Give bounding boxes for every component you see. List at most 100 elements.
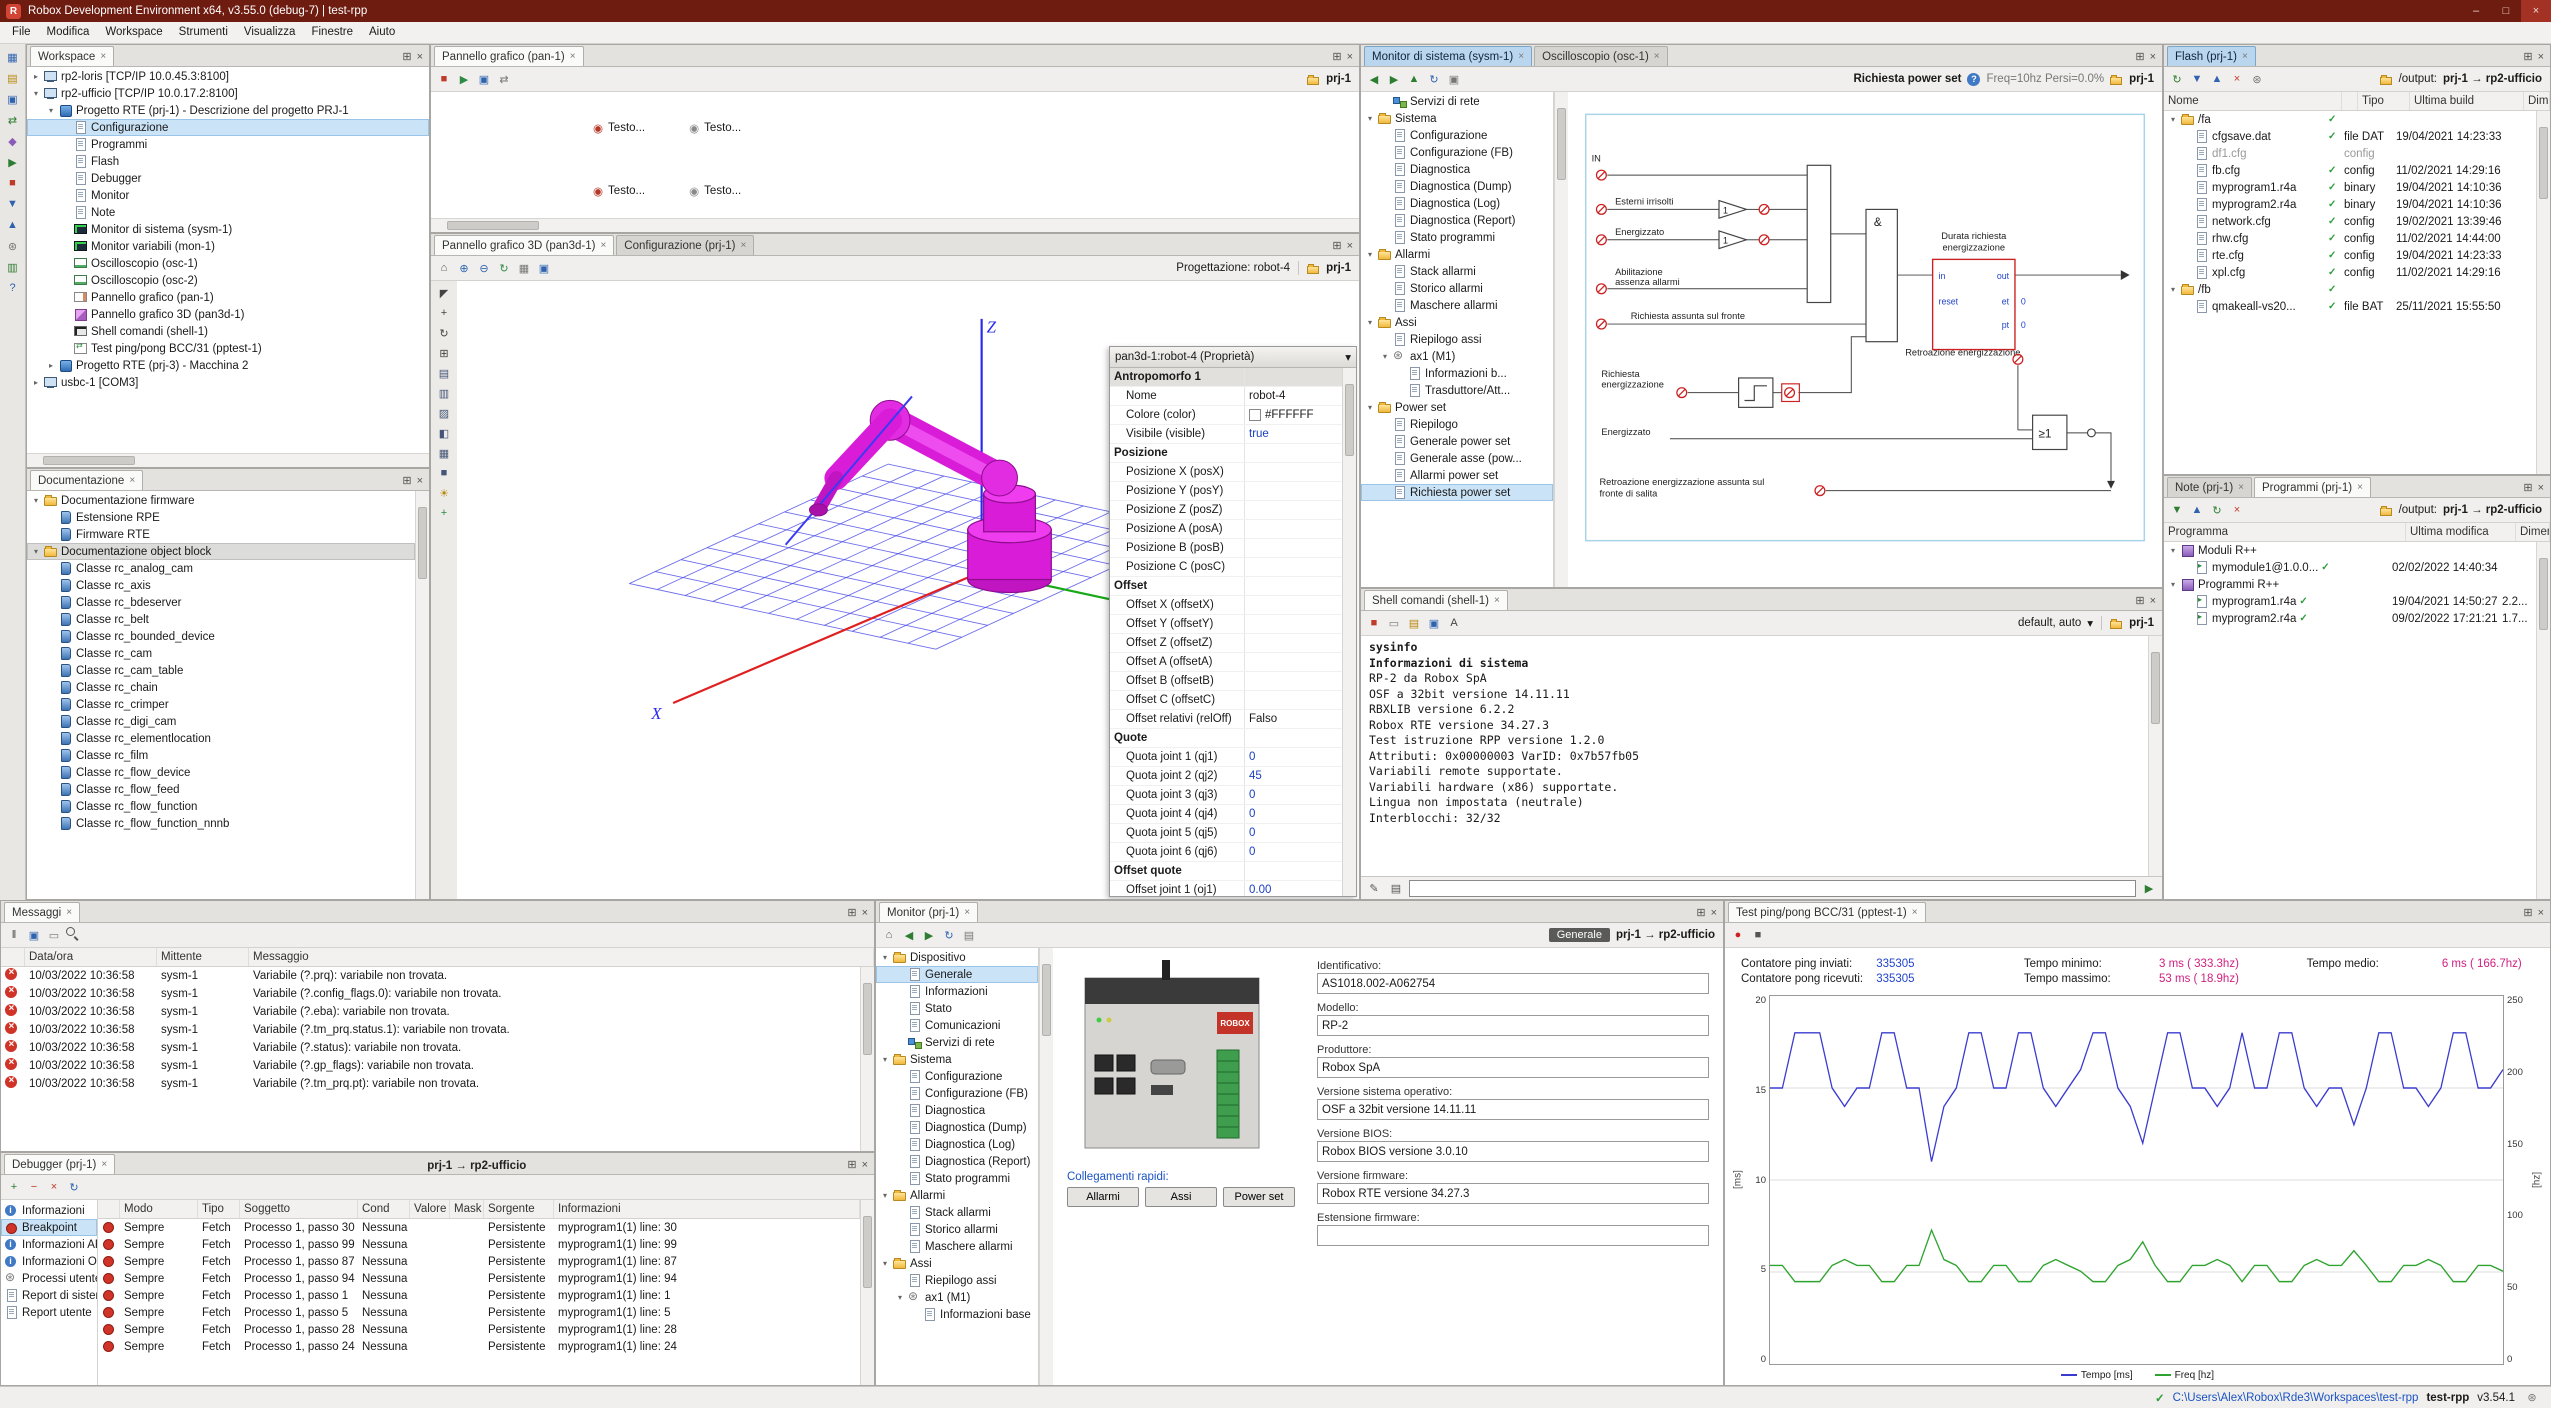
program-row[interactable]: ▾Programmi R++ bbox=[2164, 576, 2536, 593]
tree-item[interactable]: Oscilloscopio (osc-2) bbox=[27, 272, 429, 289]
tab-close-icon[interactable]: × bbox=[2357, 482, 2363, 493]
tree-item[interactable]: Riepilogo bbox=[1361, 416, 1553, 433]
property-row[interactable]: Offset X (offsetX) bbox=[1110, 596, 1342, 615]
property-row[interactable]: Nome robot-4 bbox=[1110, 387, 1342, 406]
tree-item[interactable]: Configurazione bbox=[1361, 127, 1553, 144]
tree-item[interactable]: ▾ ax1 (M1) bbox=[1361, 348, 1553, 365]
tab[interactable]: Oscilloscopio (osc-1) × bbox=[1534, 46, 1668, 66]
float-panel-icon[interactable]: ⊞ bbox=[2523, 906, 2532, 919]
flash-file-row[interactable]: df1.cfg config bbox=[2164, 145, 2536, 162]
flash-file-row[interactable]: myprogram1.r4a ✓ binary 19/04/2021 14:10… bbox=[2164, 179, 2536, 196]
tab[interactable]: Messaggi × bbox=[4, 902, 80, 922]
zoom-window-icon[interactable]: ⊞ bbox=[435, 344, 453, 362]
flash-file-row[interactable]: ▾/fb ✓ bbox=[2164, 281, 2536, 298]
upload-icon[interactable]: ▲ bbox=[4, 216, 22, 234]
property-row[interactable]: Posizione Z (posZ) bbox=[1110, 501, 1342, 520]
property-row[interactable]: Posizione C (posC) bbox=[1110, 558, 1342, 577]
breakpoint-row[interactable]: Sempre Fetch Processo 1, passo 5 Nessuna… bbox=[98, 1304, 860, 1321]
flash-file-row[interactable]: fb.cfg ✓ config 11/02/2021 14:29:16 bbox=[2164, 162, 2536, 179]
flash-file-row[interactable]: rte.cfg ✓ config 19/04/2021 14:23:33 bbox=[2164, 247, 2536, 264]
tree-item[interactable]: Allarmi power set bbox=[1361, 467, 1553, 484]
tree-item[interactable]: ▾ Sistema bbox=[1361, 110, 1553, 127]
float-panel-icon[interactable]: ⊞ bbox=[402, 50, 411, 63]
property-row[interactable]: Offset quote bbox=[1110, 862, 1342, 881]
connect-icon[interactable]: ⇄ bbox=[4, 111, 22, 129]
quick-link-button[interactable]: Power set bbox=[1223, 1187, 1295, 1207]
form-input[interactable] bbox=[1317, 1225, 1709, 1246]
tree-item[interactable]: Classe rc_analog_cam bbox=[27, 560, 415, 577]
tree-expander-icon[interactable]: ▾ bbox=[895, 1293, 905, 1302]
flash-file-row[interactable]: xpl.cfg ✓ config 11/02/2021 14:29:16 bbox=[2164, 264, 2536, 281]
column-header[interactable]: Ultima modifica bbox=[2406, 523, 2516, 541]
tab[interactable]: Configurazione (prj-1) × bbox=[616, 235, 754, 255]
tree-item[interactable]: Generale power set bbox=[1361, 433, 1553, 450]
horizontal-scrollbar[interactable] bbox=[431, 218, 1359, 232]
tree-item[interactable]: Stack allarmi bbox=[1361, 263, 1553, 280]
close-panel-icon[interactable]: × bbox=[2150, 51, 2156, 63]
close-panel-icon[interactable]: × bbox=[2538, 482, 2544, 494]
tree-item[interactable]: Configurazione bbox=[27, 119, 429, 136]
property-row[interactable]: Quota joint 2 (qj2) 45 bbox=[1110, 767, 1342, 786]
up-icon[interactable]: ▲ bbox=[1405, 70, 1423, 88]
tree-item[interactable]: Generale asse (pow... bbox=[1361, 450, 1553, 467]
tree-item[interactable]: Classe rc_cam bbox=[27, 645, 415, 662]
program-row[interactable]: mymodule1@1.0.0...✓ 02/02/2022 14:40:34 bbox=[2164, 559, 2536, 576]
search-icon[interactable] bbox=[65, 926, 83, 944]
tree-item[interactable]: ▾ Sistema bbox=[876, 1051, 1038, 1068]
delete-icon[interactable]: × bbox=[2228, 501, 2246, 519]
column-header[interactable]: Cond bbox=[358, 1200, 410, 1218]
vertical-scrollbar[interactable] bbox=[1039, 948, 1053, 1385]
form-input[interactable]: OSF a 32bit versione 14.11.11 bbox=[1317, 1099, 1709, 1120]
tab[interactable]: Documentazione × bbox=[30, 470, 143, 490]
float-panel-icon[interactable]: ⊞ bbox=[847, 1158, 856, 1171]
tree-item[interactable]: ▾ Dispositivo bbox=[876, 949, 1038, 966]
stop-icon[interactable]: ■ bbox=[4, 174, 22, 192]
tree-item[interactable]: ▾ Documentazione object block bbox=[27, 543, 415, 560]
tree-item[interactable]: Stato programmi bbox=[876, 1170, 1038, 1187]
close-panel-icon[interactable]: × bbox=[417, 51, 423, 63]
close-panel-icon[interactable]: × bbox=[862, 907, 868, 919]
tree-item[interactable]: Classe rc_flow_device bbox=[27, 764, 415, 781]
tree-expander-icon[interactable]: ▾ bbox=[31, 496, 41, 505]
write-flash-icon[interactable]: ▼ bbox=[2188, 70, 2206, 88]
column-header[interactable]: Dimensione bbox=[2524, 92, 2550, 110]
chevron-down-icon[interactable]: ▾ bbox=[2087, 616, 2093, 630]
add-breakpoint-icon[interactable]: + bbox=[5, 1178, 23, 1196]
tree-expander-icon[interactable]: ▾ bbox=[31, 547, 41, 556]
debugger-sidebar-item[interactable]: Report utente bbox=[1, 1304, 97, 1321]
tree-item[interactable]: Informazioni b... bbox=[1361, 365, 1553, 382]
message-row[interactable]: 10/03/2022 10:36:58 sysm-1 Variabile (?.… bbox=[1, 1039, 860, 1057]
property-row[interactable]: Colore (color) #FFFFFF bbox=[1110, 406, 1342, 425]
font-icon[interactable]: A bbox=[1445, 614, 1463, 632]
tab[interactable]: Note (prj-1) × bbox=[2167, 477, 2252, 497]
tree-item[interactable]: ▾ Power set bbox=[1361, 399, 1553, 416]
snapshot-icon[interactable]: ▣ bbox=[535, 259, 553, 277]
tree-expander-icon[interactable]: ▾ bbox=[1365, 403, 1375, 412]
tree-expander-icon[interactable]: ▸ bbox=[31, 378, 41, 387]
breakpoint-row[interactable]: Sempre Fetch Processo 1, passo 30 Nessun… bbox=[98, 1219, 860, 1236]
property-row[interactable]: Offset joint 1 (oj1) 0.00 bbox=[1110, 881, 1342, 896]
menu-item[interactable]: Workspace bbox=[97, 22, 170, 43]
breakpoint-row[interactable]: Sempre Fetch Processo 1, passo 99 Nessun… bbox=[98, 1236, 860, 1253]
property-row[interactable]: Offset Z (offsetZ) bbox=[1110, 634, 1342, 653]
vertical-scrollbar[interactable] bbox=[2148, 636, 2162, 876]
tree-item[interactable]: ▸ rp2-loris [TCP/IP 10.0.45.3:8100] bbox=[27, 68, 429, 85]
form-input[interactable]: Robox BIOS versione 3.0.10 bbox=[1317, 1141, 1709, 1162]
float-panel-icon[interactable]: ⊞ bbox=[1696, 906, 1705, 919]
column-header[interactable]: Ultima build bbox=[2410, 92, 2524, 110]
tab-close-icon[interactable]: × bbox=[2238, 482, 2244, 493]
tree-item[interactable]: Diagnostica (Log) bbox=[1361, 195, 1553, 212]
breakpoint-row[interactable]: Sempre Fetch Processo 1, passo 87 Nessun… bbox=[98, 1253, 860, 1270]
tree-item[interactable]: Classe rc_flow_function bbox=[27, 798, 415, 815]
column-header[interactable]: Informazioni bbox=[554, 1200, 860, 1218]
tree-item[interactable]: ▾ Allarmi bbox=[1361, 246, 1553, 263]
close-panel-icon[interactable]: × bbox=[2538, 51, 2544, 63]
property-row[interactable]: Quota joint 3 (qj3) 0 bbox=[1110, 786, 1342, 805]
save-all-icon[interactable]: ▣ bbox=[4, 90, 22, 108]
vertical-scrollbar[interactable] bbox=[2536, 111, 2550, 474]
tree-item[interactable]: Test ping/pong BCC/31 (pptest-1) bbox=[27, 340, 429, 357]
download-icon[interactable]: ▼ bbox=[4, 195, 22, 213]
debugger-sidebar-item[interactable]: Breakpoint bbox=[1, 1219, 97, 1236]
column-header[interactable]: Mittente bbox=[157, 948, 249, 966]
tree-item[interactable]: Diagnostica (Report) bbox=[1361, 212, 1553, 229]
